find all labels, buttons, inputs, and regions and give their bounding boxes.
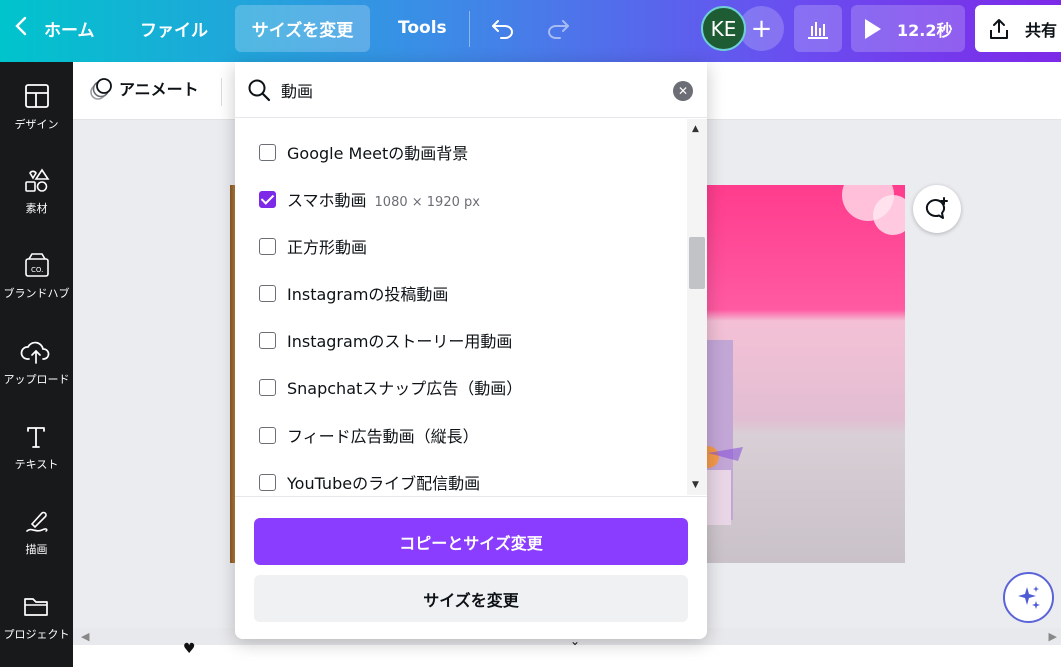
size-option-list: Google Meetの動画背景 スマホ動画 1080 × 1920 px 正方形…	[235, 119, 687, 495]
comment-add-icon	[925, 197, 948, 219]
sidebar-item-design[interactable]: デザイン	[0, 84, 73, 164]
sidebar-item-text[interactable]: テキスト	[0, 424, 73, 504]
list-item[interactable]: 正方形動画	[235, 226, 687, 266]
close-icon: ✕	[677, 84, 689, 98]
share-icon	[990, 18, 1008, 39]
option-checkbox[interactable]	[259, 284, 276, 302]
undo-icon	[492, 20, 513, 39]
option-checkbox[interactable]	[259, 331, 276, 349]
resize-button[interactable]: サイズを変更	[254, 575, 688, 622]
play-preview-button[interactable]: 12.2秒	[851, 5, 965, 52]
sidebar-item-label: ブランドハブ	[3, 287, 70, 300]
sidebar-item-label: プロジェクト	[3, 628, 70, 641]
option-label: フィード広告動画（縦長）	[287, 427, 479, 446]
top-bar: ホーム ファイル サイズを変更 Tools + KE 12.2秒 共有	[0, 0, 1061, 62]
avatar[interactable]: KE	[701, 6, 746, 51]
dropdown-footer: コピーとサイズ変更 サイズを変更	[235, 496, 707, 639]
shapes-icon	[25, 168, 50, 192]
list-item[interactable]: フィード広告動画（縦長）	[235, 415, 687, 455]
option-checkbox[interactable]	[259, 378, 276, 396]
left-sidebar: デザイン 素材 CO. ブランドハブ アップロード テキスト 描画 プロジェクト	[0, 62, 73, 667]
sidebar-item-elements[interactable]: 素材	[0, 168, 73, 248]
list-item[interactable]: Instagramの投稿動画	[235, 273, 687, 313]
list-item[interactable]: Instagramのストーリー用動画	[235, 320, 687, 360]
redo-icon	[548, 20, 569, 39]
brand-icon: CO.	[25, 253, 49, 277]
scroll-left-icon[interactable]: ◀	[81, 630, 89, 643]
redo-button[interactable]	[545, 0, 571, 56]
list-item[interactable]: Snapchatスナップ広告（動画）	[235, 367, 687, 407]
option-checkbox[interactable]	[259, 143, 276, 161]
svg-text:CO.: CO.	[31, 266, 43, 274]
sidebar-item-uploads[interactable]: アップロード	[0, 339, 73, 419]
list-scrollbar[interactable]: ▲ ▼	[687, 119, 707, 495]
sidebar-item-label: 描画	[25, 543, 48, 556]
option-label: Instagramの投稿動画	[287, 285, 449, 304]
page-timeline-bar	[73, 645, 1061, 667]
tools-menu-button[interactable]: Tools	[398, 0, 447, 56]
copy-and-resize-button[interactable]: コピーとサイズ変更	[254, 518, 688, 565]
toolbar-divider	[221, 78, 222, 106]
file-menu-button[interactable]: ファイル	[140, 0, 208, 56]
option-checkbox-checked[interactable]	[259, 190, 276, 208]
draw-icon	[26, 511, 48, 532]
text-icon	[27, 427, 45, 448]
plus-icon: +	[750, 13, 773, 44]
folder-icon	[24, 598, 48, 616]
option-label: スマホ動画 1080 × 1920 px	[287, 191, 480, 210]
scroll-right-icon[interactable]: ▶	[1049, 630, 1057, 643]
share-label: 共有	[1025, 20, 1058, 40]
add-comment-button[interactable]	[913, 185, 961, 233]
option-label: Snapchatスナップ広告（動画）	[287, 379, 523, 398]
scroll-down-icon[interactable]: ▼	[692, 480, 699, 490]
play-icon	[865, 18, 881, 39]
search-icon	[248, 79, 271, 102]
home-label: ホーム	[44, 20, 95, 41]
animate-label: アニメート	[119, 80, 199, 99]
option-label: Google Meetの動画背景	[287, 144, 469, 163]
clear-search-button[interactable]: ✕	[673, 81, 693, 101]
size-search-bar: ✕	[235, 62, 707, 118]
option-checkbox[interactable]	[259, 237, 276, 255]
toolbar-divider	[469, 11, 470, 47]
option-label: 正方形動画	[287, 238, 368, 257]
size-search-input[interactable]	[281, 78, 661, 102]
list-item[interactable]: Google Meetの動画背景	[235, 132, 687, 172]
cloud-upload-icon	[20, 341, 50, 364]
sparkle-icon	[1017, 585, 1040, 609]
option-label: YouTubeのライブ配信動画	[287, 474, 481, 493]
chevron-left-icon	[14, 16, 44, 41]
scroll-up-icon[interactable]: ▲	[692, 124, 699, 134]
sidebar-item-label: アップロード	[3, 373, 70, 386]
share-button[interactable]: 共有	[975, 5, 1061, 52]
animate-button[interactable]: アニメート	[89, 76, 199, 100]
insights-button[interactable]	[794, 5, 842, 52]
undo-button[interactable]	[490, 0, 516, 56]
sidebar-item-label: デザイン	[14, 118, 59, 131]
animate-icon	[89, 77, 112, 100]
sidebar-item-label: テキスト	[14, 458, 59, 471]
option-checkbox[interactable]	[259, 473, 276, 491]
resize-dropdown: ✕ Google Meetの動画背景 スマホ動画1080 × 1920 px 正…	[235, 62, 707, 639]
resize-menu-button[interactable]: サイズを変更	[235, 5, 370, 52]
option-label: Instagramのストーリー用動画	[287, 332, 513, 351]
option-checkbox[interactable]	[259, 426, 276, 444]
option-dimensions: 1080 × 1920 px	[374, 195, 480, 210]
layout-icon	[25, 84, 49, 108]
scrollbar-thumb[interactable]	[689, 237, 705, 289]
bar-chart-icon	[808, 21, 828, 39]
magic-assistant-button[interactable]	[1003, 572, 1054, 623]
list-item[interactable]: YouTubeのライブ配信動画	[235, 462, 687, 495]
play-duration: 12.2秒	[897, 20, 953, 40]
sidebar-item-label: 素材	[25, 202, 48, 215]
sidebar-item-brand-hub[interactable]: CO. ブランドハブ	[0, 253, 73, 333]
home-button[interactable]: ホーム	[14, 0, 95, 56]
sidebar-item-draw[interactable]: 描画	[0, 509, 73, 589]
sidebar-item-projects[interactable]: プロジェクト	[0, 594, 73, 667]
playhead-marker-icon[interactable]: ♥	[183, 641, 196, 657]
list-item[interactable]: スマホ動画 1080 × 1920 px	[235, 179, 687, 219]
